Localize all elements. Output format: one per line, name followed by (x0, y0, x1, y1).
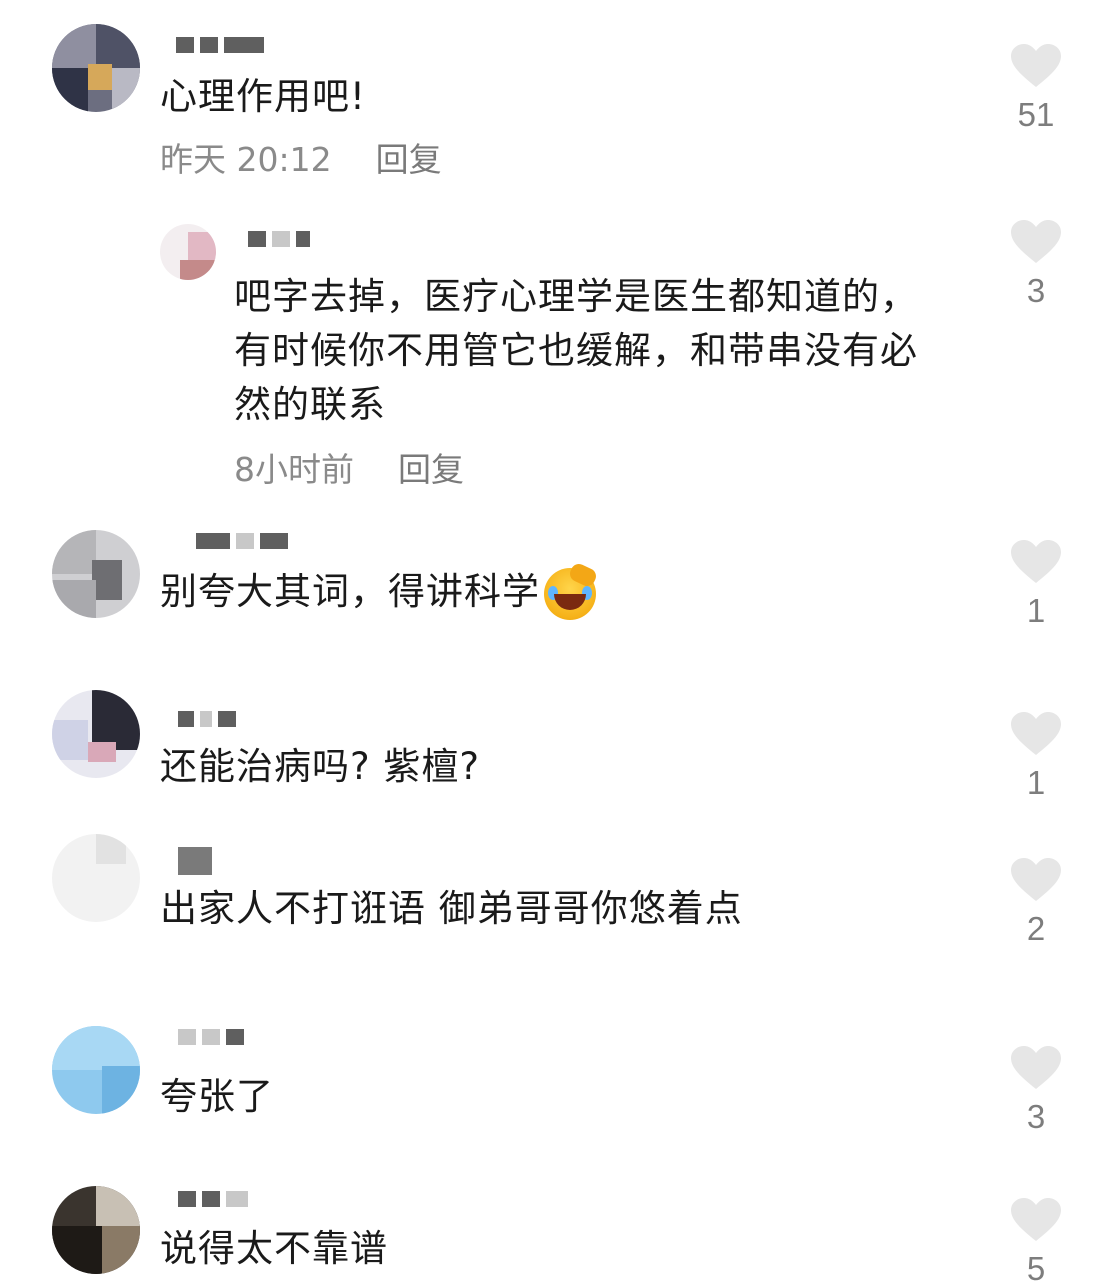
avatar[interactable] (52, 24, 140, 112)
like-count: 1 (1026, 764, 1046, 801)
like-count: 2 (1026, 910, 1046, 947)
comment-time: 昨天 20:12 (160, 140, 332, 179)
avatar[interactable] (52, 1026, 140, 1114)
avatar[interactable] (52, 690, 140, 778)
comment-text: 吧字去掉，医疗心理学是医生都知道的， 有时候你不用管它也缓解，和带串没有必 然的… (234, 270, 918, 432)
comment-meta: 8小时前 回复 (234, 450, 464, 490)
username[interactable] (178, 1190, 248, 1208)
username[interactable] (196, 532, 288, 550)
avatar[interactable] (52, 1186, 140, 1274)
comment-text: 还能治病吗? 紫檀? (160, 745, 481, 788)
avatar[interactable] (52, 834, 140, 922)
reply-button[interactable]: 回复 (376, 140, 442, 179)
username[interactable] (178, 710, 236, 728)
like-button[interactable]: 51 (1006, 44, 1066, 134)
heart-icon (1011, 1046, 1061, 1089)
comment-meta: 昨天 20:12 回复 (160, 140, 442, 180)
heart-icon (1011, 1198, 1061, 1241)
like-button[interactable]: 3 (1006, 220, 1066, 310)
comment-item: 心理作用吧! 昨天 20:12 回复 51 (0, 0, 1100, 200)
avatar[interactable] (52, 530, 140, 618)
comment-text: 说得太不靠谱 (160, 1227, 388, 1270)
heart-icon (1011, 44, 1061, 87)
comment-item: 夸张了 3 (0, 1010, 1100, 1170)
comment-text: 夸张了 (160, 1075, 274, 1118)
username[interactable] (176, 36, 264, 54)
comment-item: 还能治病吗? 紫檀? 1 (0, 680, 1100, 830)
comment-item: 出家人不打诳语 御弟哥哥你悠着点 2 (0, 830, 1100, 1010)
like-count: 3 (1026, 1098, 1046, 1135)
like-button[interactable]: 1 (1006, 712, 1066, 802)
username[interactable] (248, 230, 310, 248)
comment-time: 8小时前 (234, 450, 354, 489)
laughing-crying-emoji-icon (544, 560, 599, 620)
comment-text-line: 吧字去掉，医疗心理学是医生都知道的， (234, 275, 918, 318)
reply-button[interactable]: 回复 (398, 450, 464, 489)
like-button[interactable]: 1 (1006, 540, 1066, 630)
like-count: 3 (1026, 272, 1046, 309)
username[interactable] (178, 847, 212, 875)
comment-text: 出家人不打诳语 御弟哥哥你悠着点 (160, 887, 743, 930)
comment-text-content: 别夸大其词，得讲科学 (160, 570, 540, 613)
like-button[interactable]: 3 (1006, 1046, 1066, 1136)
comment-item: 别夸大其词，得讲科学 1 (0, 510, 1100, 680)
like-button[interactable]: 2 (1006, 858, 1066, 948)
like-count: 1 (1026, 592, 1046, 629)
comment-item: 说得太不靠谱 5 (0, 1170, 1100, 1288)
like-button[interactable]: 5 (1006, 1198, 1066, 1288)
reply-item: 吧字去掉，医疗心理学是医生都知道的， 有时候你不用管它也缓解，和带串没有必 然的… (0, 200, 1100, 510)
heart-icon (1011, 858, 1061, 901)
comment-text-line: 然的联系 (234, 383, 386, 426)
comment-text-line: 有时候你不用管它也缓解，和带串没有必 (234, 329, 918, 372)
heart-icon (1011, 540, 1061, 583)
heart-icon (1011, 220, 1061, 263)
comment-text: 别夸大其词，得讲科学 (160, 560, 599, 620)
like-count: 5 (1026, 1250, 1046, 1287)
comment-text: 心理作用吧! (160, 75, 366, 118)
heart-icon (1011, 712, 1061, 755)
username[interactable] (178, 1028, 244, 1046)
avatar[interactable] (160, 224, 216, 280)
like-count: 51 (1017, 96, 1055, 133)
